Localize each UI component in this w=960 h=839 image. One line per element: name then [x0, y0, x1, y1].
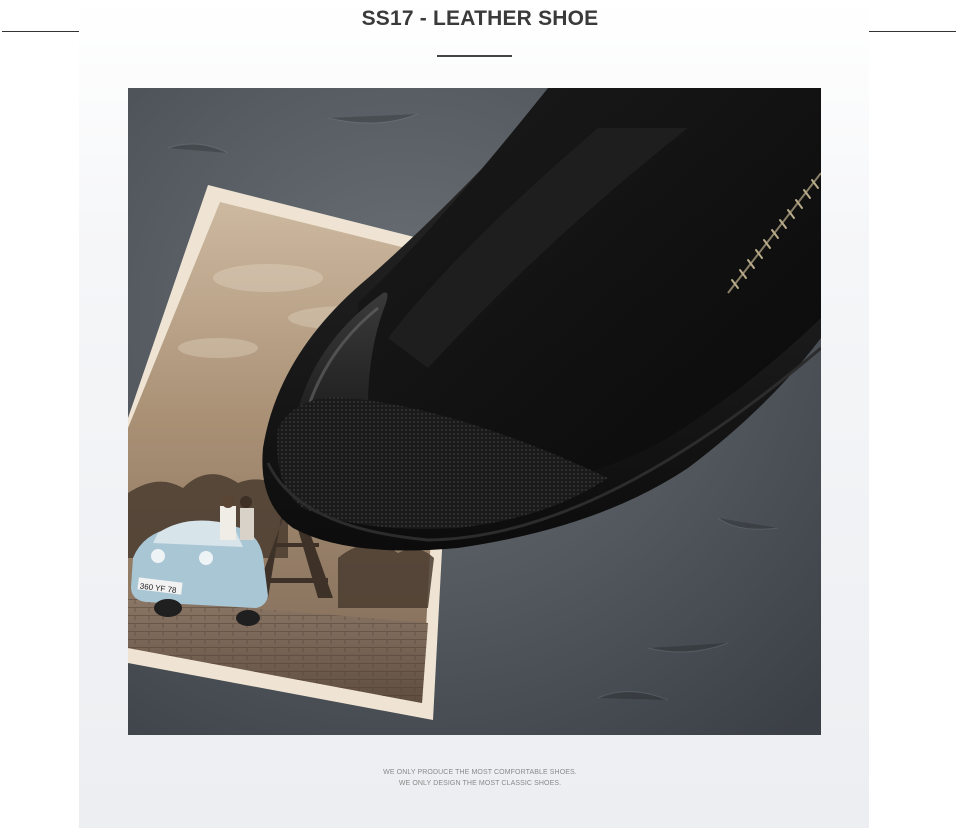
tagline-line-1: WE ONLY PRODUCE THE MOST COMFORTABLE SHO…	[383, 769, 577, 776]
title-rule-right	[869, 31, 956, 32]
page-title: SS17 - LEATHER SHOE	[361, 7, 599, 30]
product-photo: 360 YF 78	[128, 88, 821, 735]
title-underline	[437, 55, 512, 57]
title-rule-left	[2, 31, 79, 32]
tagline-line-2: WE ONLY DESIGN THE MOST CLASSIC SHOES.	[398, 780, 562, 787]
